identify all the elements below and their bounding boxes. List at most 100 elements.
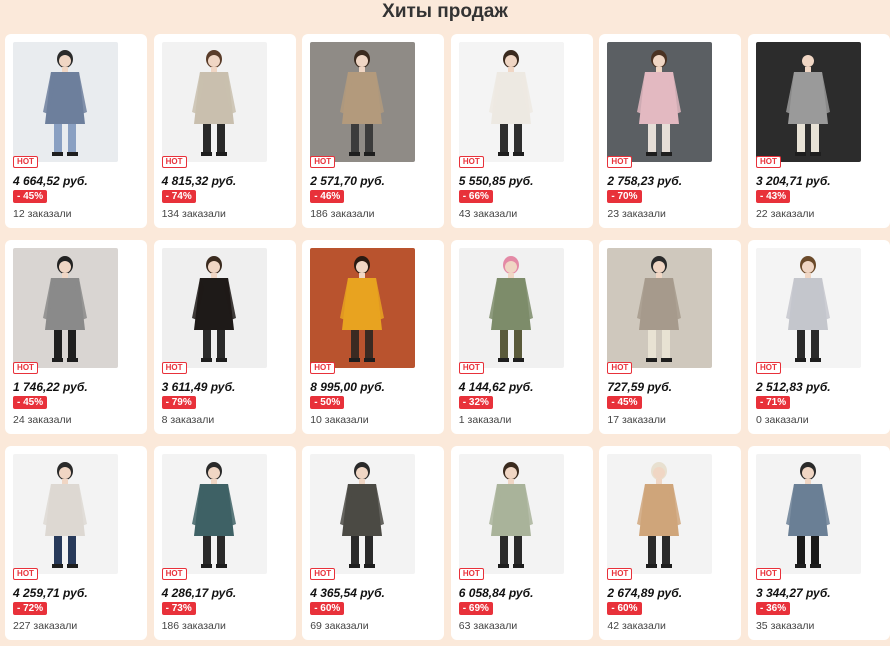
- orders-count: 1 заказали: [458, 414, 512, 426]
- orders-count: 43 заказали: [458, 208, 518, 220]
- product-image[interactable]: [310, 454, 416, 574]
- product-grid: HOT 4 664,52 руб. - 45% 12 заказали HOT 4 815…: [5, 34, 890, 640]
- discount-badge: - 70%: [607, 190, 642, 203]
- discount-badge: - 50%: [310, 396, 345, 409]
- discount-badge: - 71%: [755, 396, 791, 409]
- orders-count: 186 заказали: [161, 620, 226, 632]
- orders-count: 22 заказали: [755, 208, 815, 220]
- product-card[interactable]: HOT 3 344,27 руб. - 36% 35 заказали: [747, 446, 890, 640]
- product-price: 8 995,00 руб.: [310, 380, 385, 394]
- product-price: 2 758,23 руб.: [607, 174, 683, 188]
- product-price: 6 058,84 руб.: [458, 586, 534, 600]
- product-image[interactable]: [310, 42, 416, 162]
- hot-badge: HOT: [607, 568, 633, 580]
- product-image[interactable]: [161, 42, 267, 162]
- orders-count: 227 заказали: [13, 620, 78, 632]
- product-image[interactable]: [607, 42, 713, 162]
- product-image[interactable]: [310, 248, 416, 368]
- product-price: 4 815,32 руб.: [161, 174, 237, 188]
- product-price: 2 674,89 руб.: [607, 586, 683, 600]
- product-price: 2 512,83 руб.: [755, 380, 831, 394]
- hot-badge: HOT: [161, 568, 187, 580]
- discount-badge: - 60%: [310, 602, 345, 615]
- orders-count: 63 заказали: [458, 620, 518, 632]
- discount-badge: - 32%: [458, 396, 493, 409]
- product-card[interactable]: HOT 4 144,62 руб. - 32% 1 заказали: [450, 240, 593, 434]
- hot-badge: HOT: [13, 156, 38, 168]
- product-card[interactable]: HOT 3 611,49 руб. - 79% 8 заказали: [153, 240, 296, 434]
- product-image[interactable]: [755, 42, 861, 162]
- product-image[interactable]: [458, 42, 564, 162]
- discount-badge: - 72%: [13, 602, 48, 615]
- product-image[interactable]: [458, 454, 564, 574]
- discount-badge: - 66%: [458, 190, 493, 203]
- orders-count: 0 заказали: [755, 414, 809, 426]
- product-image[interactable]: [161, 454, 267, 574]
- product-price: 727,59 руб.: [607, 380, 673, 394]
- product-image[interactable]: [13, 454, 118, 574]
- product-price: 4 144,62 руб.: [458, 380, 534, 394]
- hot-badge: HOT: [458, 568, 484, 580]
- product-price: 1 746,22 руб.: [13, 380, 88, 394]
- product-image[interactable]: [13, 42, 118, 162]
- hot-badge: HOT: [161, 156, 187, 168]
- product-image[interactable]: [458, 248, 564, 368]
- product-card[interactable]: HOT 727,59 руб. - 45% 17 заказали: [599, 240, 742, 434]
- orders-count: 12 заказали: [13, 208, 72, 220]
- hot-badge: HOT: [755, 568, 781, 580]
- product-card[interactable]: HOT 5 550,85 руб. - 66% 43 заказали: [450, 34, 593, 228]
- discount-badge: - 74%: [161, 190, 196, 203]
- discount-badge: - 69%: [458, 602, 493, 615]
- hot-badge: HOT: [607, 362, 633, 374]
- product-price: 3 344,27 руб.: [755, 586, 831, 600]
- orders-count: 69 заказали: [310, 620, 369, 632]
- discount-badge: - 36%: [755, 602, 791, 615]
- product-price: 2 571,70 руб.: [310, 174, 385, 188]
- orders-count: 10 заказали: [310, 414, 369, 426]
- hot-badge: HOT: [161, 362, 187, 374]
- product-image[interactable]: [755, 248, 861, 368]
- discount-badge: - 79%: [161, 396, 196, 409]
- orders-count: 23 заказали: [607, 208, 666, 220]
- product-price: 3 611,49 руб.: [161, 380, 236, 394]
- product-price: 5 550,85 руб.: [458, 174, 534, 188]
- orders-count: 186 заказали: [310, 208, 375, 220]
- hot-badge: HOT: [755, 362, 781, 374]
- discount-badge: - 45%: [607, 396, 642, 409]
- product-card[interactable]: HOT 4 286,17 руб. - 73% 186 заказали: [153, 446, 296, 640]
- product-card[interactable]: HOT 8 995,00 руб. - 50% 10 заказали: [302, 240, 445, 434]
- product-image[interactable]: [161, 248, 267, 368]
- orders-count: 24 заказали: [13, 414, 72, 426]
- product-card[interactable]: HOT 2 571,70 руб. - 46% 186 заказали: [302, 34, 445, 228]
- discount-badge: - 45%: [13, 396, 48, 409]
- product-card[interactable]: HOT 2 512,83 руб. - 71% 0 заказали: [747, 240, 890, 434]
- hot-badge: HOT: [310, 568, 336, 580]
- discount-badge: - 43%: [755, 190, 791, 203]
- product-card[interactable]: HOT 4 259,71 руб. - 72% 227 заказали: [5, 446, 147, 640]
- discount-badge: - 46%: [310, 190, 345, 203]
- product-card[interactable]: HOT 2 674,89 руб. - 60% 42 заказали: [599, 446, 742, 640]
- hot-badge: HOT: [607, 156, 633, 168]
- orders-count: 42 заказали: [607, 620, 666, 632]
- product-image[interactable]: [607, 248, 713, 368]
- hot-badge: HOT: [310, 156, 336, 168]
- discount-badge: - 73%: [161, 602, 196, 615]
- product-image[interactable]: [607, 454, 713, 574]
- product-card[interactable]: HOT 4 365,54 руб. - 60% 69 заказали: [302, 446, 445, 640]
- orders-count: 35 заказали: [755, 620, 815, 632]
- product-card[interactable]: HOT 4 664,52 руб. - 45% 12 заказали: [5, 34, 147, 228]
- product-price: 4 664,52 руб.: [13, 174, 88, 188]
- product-card[interactable]: HOT 3 204,71 руб. - 43% 22 заказали: [747, 34, 890, 228]
- product-image[interactable]: [755, 454, 861, 574]
- product-card[interactable]: HOT 4 815,32 руб. - 74% 134 заказали: [153, 34, 296, 228]
- hot-badge: HOT: [310, 362, 336, 374]
- product-image[interactable]: [13, 248, 118, 368]
- hot-badge: HOT: [458, 156, 484, 168]
- product-card[interactable]: HOT 1 746,22 руб. - 45% 24 заказали: [5, 240, 147, 434]
- product-price: 4 365,54 руб.: [310, 586, 385, 600]
- product-card[interactable]: HOT 6 058,84 руб. - 69% 63 заказали: [450, 446, 593, 640]
- product-price: 4 286,17 руб.: [161, 586, 237, 600]
- product-card[interactable]: HOT 2 758,23 руб. - 70% 23 заказали: [599, 34, 742, 228]
- discount-badge: - 45%: [13, 190, 48, 203]
- discount-badge: - 60%: [607, 602, 642, 615]
